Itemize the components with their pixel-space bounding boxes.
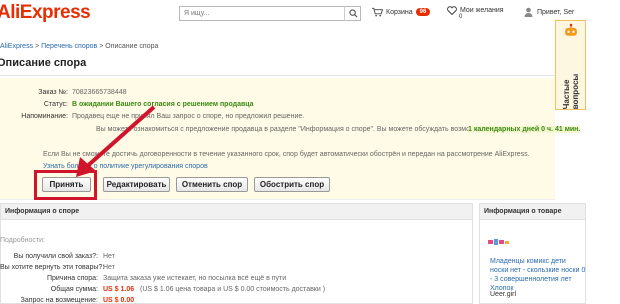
seller-name[interactable]: Ueer.girl bbox=[490, 291, 516, 298]
return-answer: Нет bbox=[103, 264, 115, 271]
wishlist-link[interactable]: Мои желания bbox=[447, 6, 504, 15]
faq-side-tab[interactable]: Частые вопросы bbox=[555, 20, 586, 110]
product-info-title: Информация о товаре bbox=[480, 204, 585, 220]
search-button[interactable] bbox=[344, 6, 361, 21]
wishlist-count: 0 bbox=[459, 14, 463, 20]
order-number-label: Заказ №: bbox=[38, 89, 68, 96]
search-input[interactable] bbox=[179, 6, 361, 21]
wishlist-label: Мои желания bbox=[460, 7, 504, 14]
reminder-label: Напоминание: bbox=[21, 113, 68, 120]
site-header: AliExpress Корзина 96 Мои желания 0 Прив… bbox=[0, 0, 620, 30]
product-name-link[interactable]: Младенцы комикс дети носки нет - скользк… bbox=[490, 257, 586, 293]
aliexpress-logo[interactable]: AliExpress bbox=[0, 2, 91, 24]
breadcrumb-disputes[interactable]: Перечень споров bbox=[41, 43, 97, 50]
reason-label: Причина спора: bbox=[46, 275, 98, 282]
refund-label: Запрос на возмещение: bbox=[20, 297, 98, 304]
cart-icon bbox=[372, 7, 383, 17]
received-question: Вы получили свой заказ?: bbox=[13, 253, 98, 260]
total-label: Общая сумма: bbox=[50, 286, 98, 293]
robot-icon bbox=[564, 23, 577, 36]
cart-link[interactable]: Корзина 96 bbox=[372, 7, 431, 17]
user-icon bbox=[524, 7, 533, 17]
refund-value: US $ 0.00 bbox=[103, 297, 135, 304]
breadcrumb-home[interactable]: AliExpress bbox=[0, 43, 33, 50]
dispute-info-title: Информация о споре bbox=[1, 204, 472, 220]
breadcrumb: AliExpress > Перечень споров > Описание … bbox=[0, 43, 159, 50]
cancel-dispute-button[interactable]: Отменить спор bbox=[176, 177, 248, 192]
heart-icon bbox=[447, 6, 457, 15]
escalate-dispute-button[interactable]: Обострить спор bbox=[254, 177, 330, 192]
user-greeting: Привет, Ser bbox=[537, 8, 575, 16]
product-thumbnail[interactable] bbox=[488, 238, 510, 246]
cart-count-badge: 96 bbox=[415, 8, 431, 16]
cart-label: Корзина bbox=[386, 8, 413, 16]
status-label: Статус: bbox=[43, 101, 68, 108]
reason-value: Защита заказа уже истекает, но посылка в… bbox=[103, 275, 287, 282]
edit-button[interactable]: Редактировать bbox=[103, 177, 170, 192]
details-label: Подробности: bbox=[0, 237, 45, 244]
page-title: Описание спора bbox=[0, 57, 87, 69]
user-menu[interactable]: Привет, Ser bbox=[524, 7, 574, 17]
search-icon bbox=[348, 9, 358, 18]
return-question: Вы хотите вернуть эти товары?: bbox=[0, 264, 105, 271]
title-divider bbox=[0, 75, 555, 76]
reminder-deadline: 1 календарных дней 0 ч. 41 мин. bbox=[468, 126, 581, 133]
received-answer: Нет bbox=[103, 253, 115, 260]
accept-highlight-box bbox=[34, 170, 97, 200]
breadcrumb-current: Описание спора bbox=[105, 43, 159, 50]
total-value: US $ 1.06 bbox=[103, 286, 135, 293]
faq-label: Частые вопросы bbox=[561, 73, 580, 109]
order-number-value: 70823665738448 bbox=[72, 89, 127, 96]
total-note: (US $ 1.06 цена товара и US $ 0.00 стоим… bbox=[140, 286, 326, 293]
